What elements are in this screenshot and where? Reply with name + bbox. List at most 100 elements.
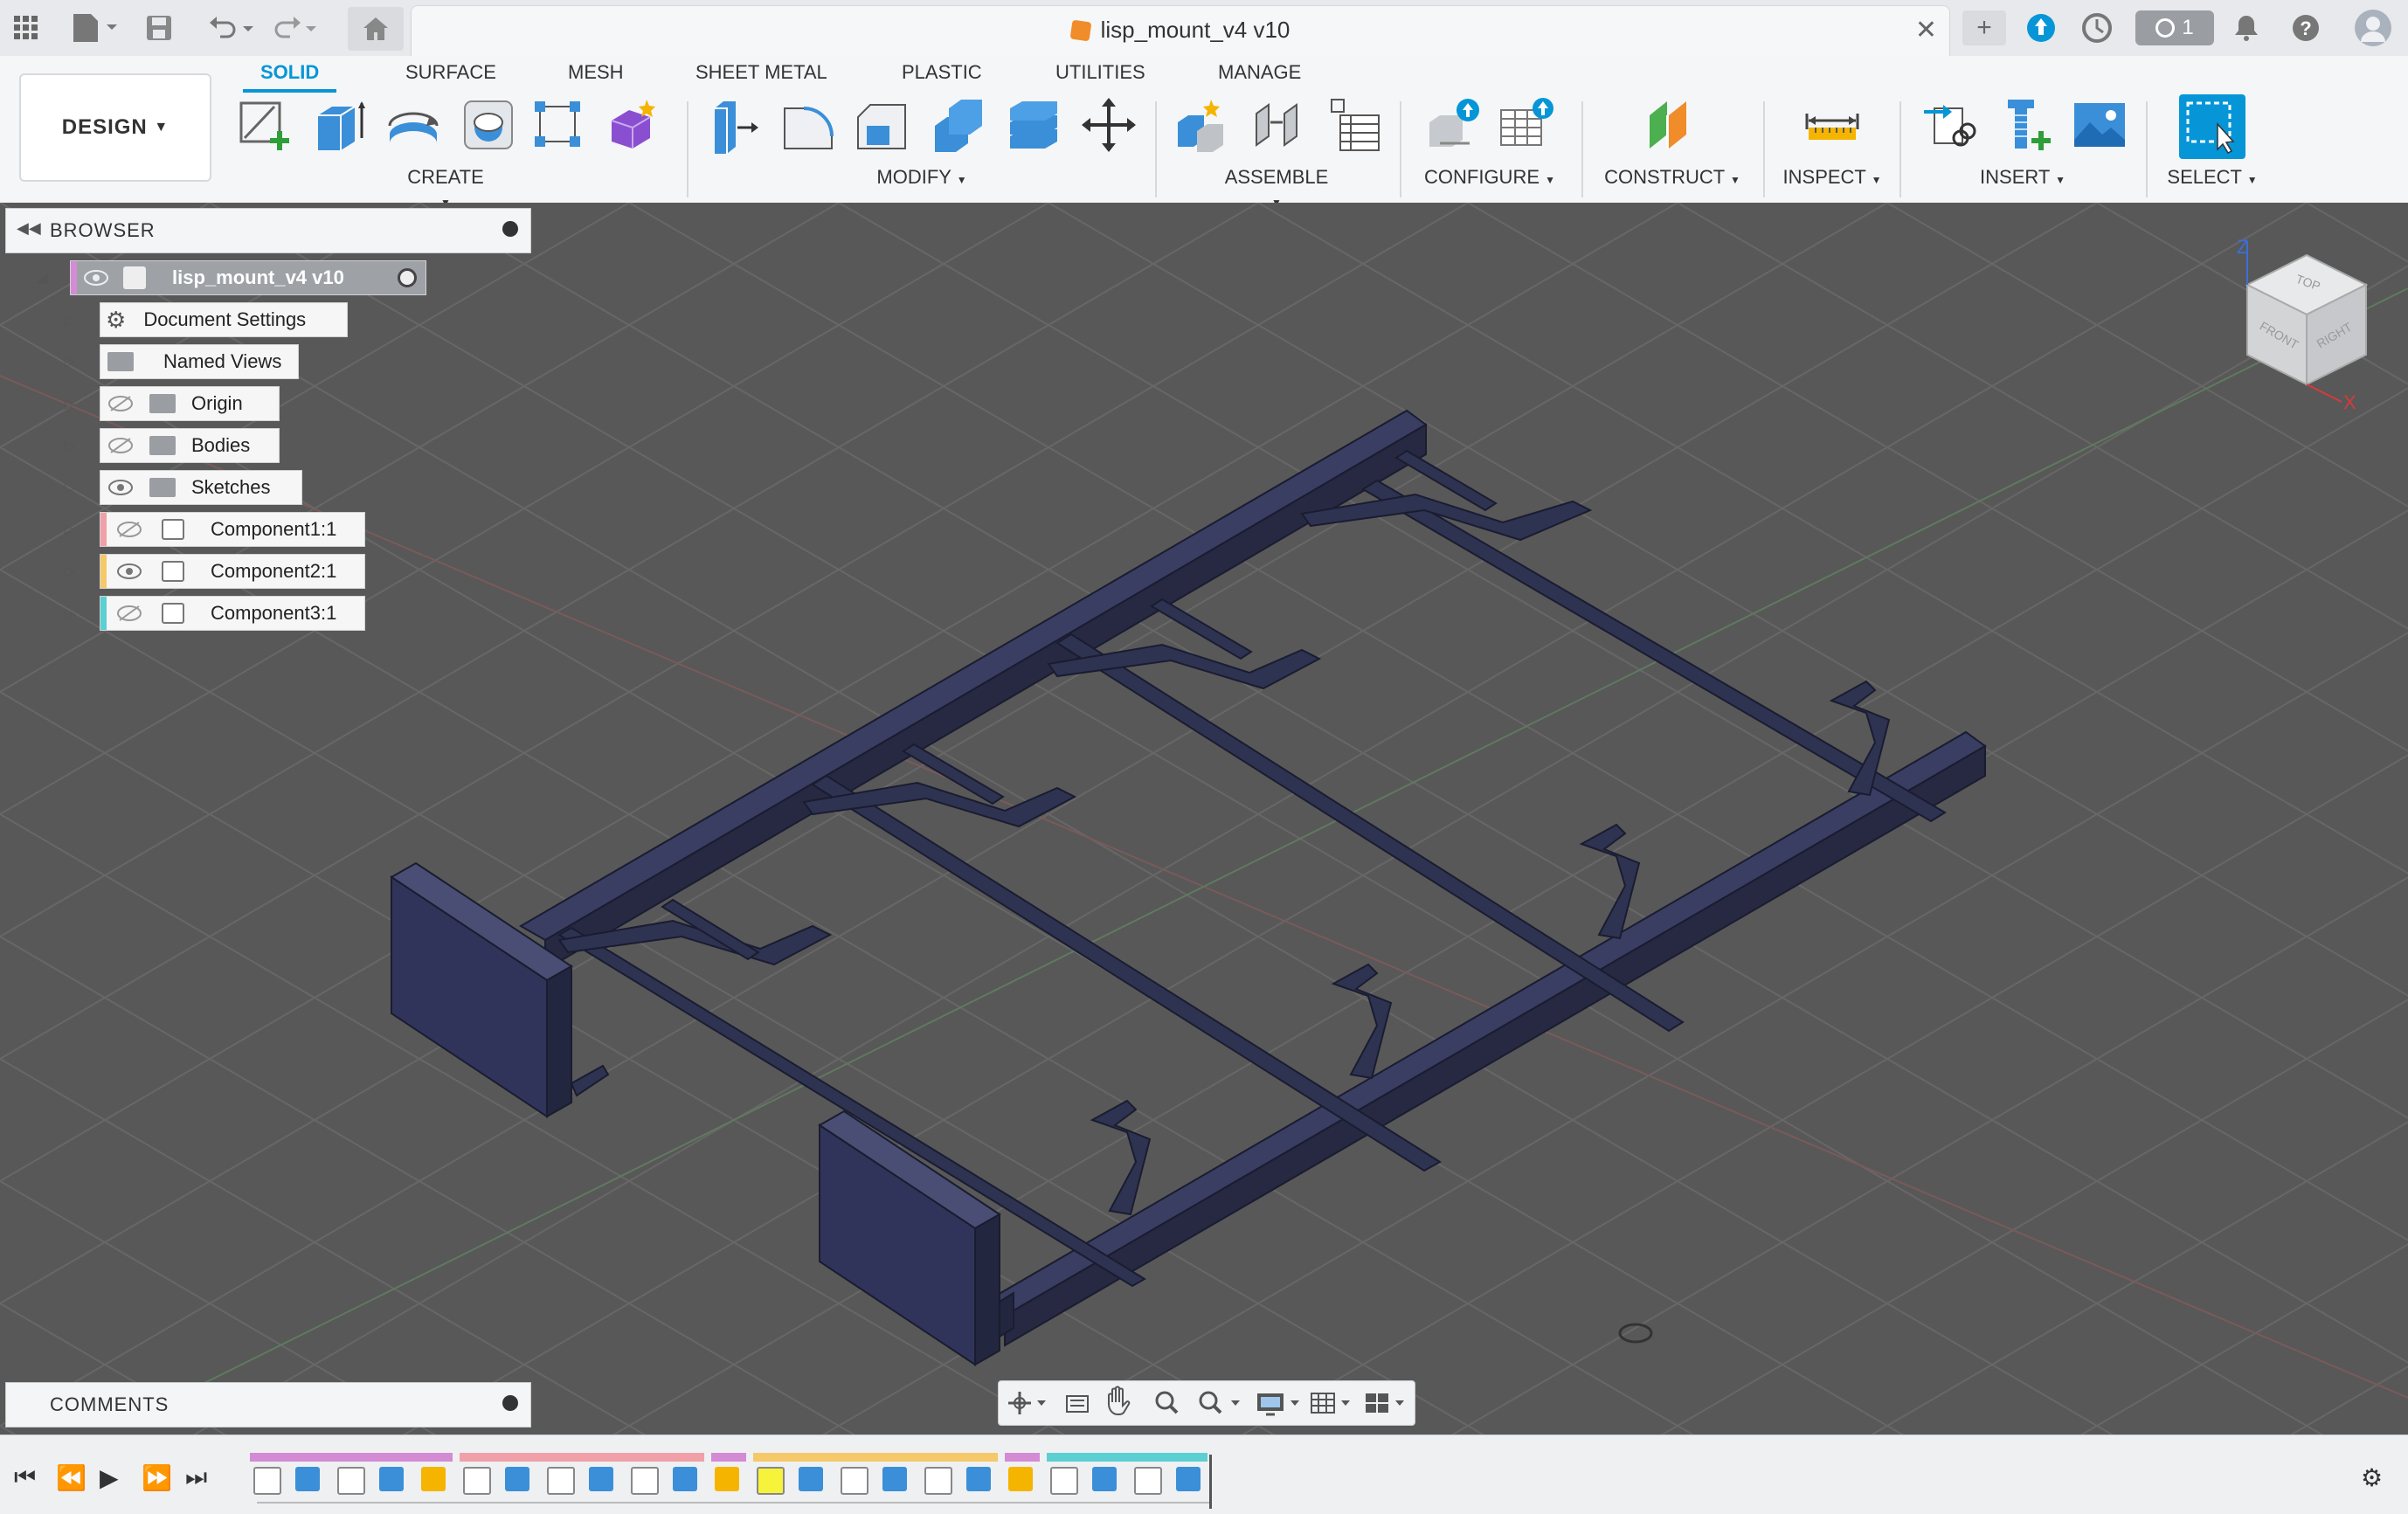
orbit-icon[interactable] xyxy=(1008,1392,1046,1414)
expand-arrow-icon[interactable]: ▷ xyxy=(65,395,75,412)
tree-item-component1[interactable]: Component1:1 xyxy=(100,512,365,547)
timeline-sketch-item[interactable] xyxy=(1050,1467,1078,1495)
notification-count-badge[interactable]: 1 xyxy=(2135,10,2214,45)
step-forward-icon[interactable]: ⏩ xyxy=(142,1463,172,1492)
tab-surface[interactable]: SURFACE xyxy=(388,61,514,89)
expand-arrow-icon[interactable]: ▷ xyxy=(65,353,75,370)
timeline-sketch-item[interactable] xyxy=(463,1467,491,1495)
tree-item-sketches[interactable]: Sketches xyxy=(100,470,302,505)
create-sketch-icon[interactable] xyxy=(236,96,294,154)
create-form-icon[interactable] xyxy=(603,96,661,154)
expand-arrow-icon[interactable]: ◢ xyxy=(37,269,47,287)
timeline-extrude-item[interactable] xyxy=(673,1467,697,1491)
modify-group-label[interactable]: MODIFY ▼ xyxy=(874,166,970,189)
timeline-marker[interactable] xyxy=(1209,1455,1212,1509)
display-settings-icon[interactable] xyxy=(1257,1393,1299,1416)
eye-hidden-icon[interactable] xyxy=(106,435,135,456)
insert-mcmaster-icon[interactable] xyxy=(1997,96,2055,154)
shell-icon[interactable] xyxy=(930,96,987,154)
fillet-icon[interactable] xyxy=(779,96,837,154)
expand-arrow-icon[interactable]: ▷ xyxy=(65,311,75,328)
workspace-switcher[interactable]: DESIGN ▼ xyxy=(19,73,211,182)
tree-item-named-views[interactable]: Named Views xyxy=(100,344,299,379)
timeline-extrude-item[interactable] xyxy=(295,1467,320,1491)
timeline-component-item[interactable] xyxy=(421,1467,446,1491)
pan-icon[interactable] xyxy=(1108,1386,1131,1416)
insert-group-label[interactable]: INSERT ▼ xyxy=(1966,166,2079,189)
add-comment-icon[interactable] xyxy=(502,1395,518,1411)
eye-icon[interactable] xyxy=(81,267,111,288)
timeline-extrude-item[interactable] xyxy=(882,1467,907,1491)
tree-item-bodies[interactable]: Bodies xyxy=(100,428,280,463)
viewports-icon[interactable] xyxy=(1366,1393,1404,1413)
chamfer-icon[interactable] xyxy=(853,96,910,154)
new-tab-icon[interactable]: + xyxy=(1962,10,2006,45)
tree-item-origin[interactable]: Origin xyxy=(100,386,280,421)
close-tab-icon[interactable]: ✕ xyxy=(1915,15,1937,45)
eye-hidden-icon[interactable] xyxy=(114,603,144,624)
browser-options-icon[interactable] xyxy=(502,221,518,237)
select-group-label[interactable]: SELECT ▼ xyxy=(2158,166,2266,189)
zoom-icon[interactable] xyxy=(1155,1391,1179,1414)
go-to-end-icon[interactable]: ⏭ xyxy=(185,1463,207,1492)
timeline-sketch-item[interactable] xyxy=(547,1467,575,1495)
expand-arrow-icon[interactable]: ▷ xyxy=(65,605,75,622)
configuration-table-icon[interactable] xyxy=(1498,96,1555,154)
eye-icon[interactable] xyxy=(114,561,144,582)
hole-icon[interactable] xyxy=(460,96,517,154)
grid-settings-icon[interactable] xyxy=(1311,1393,1350,1414)
inspect-group-label[interactable]: INSPECT ▼ xyxy=(1775,166,1889,189)
pattern-icon[interactable] xyxy=(529,96,587,154)
measure-icon[interactable] xyxy=(1803,96,1861,154)
tree-item-component3[interactable]: Component3:1 xyxy=(100,596,365,631)
extensions-icon[interactable] xyxy=(2025,10,2057,45)
tab-sheet-metal[interactable]: SHEET METAL xyxy=(678,61,845,89)
app-grid-icon[interactable] xyxy=(12,10,40,45)
timeline-extrude-item[interactable] xyxy=(1176,1467,1201,1491)
play-icon[interactable]: ▶ xyxy=(100,1463,119,1492)
save-icon[interactable] xyxy=(145,10,173,45)
document-tab[interactable]: lisp_mount_v4 v10 ✕ xyxy=(411,5,1950,57)
timeline-sketch-item[interactable] xyxy=(1134,1467,1162,1495)
select-tool-button[interactable] xyxy=(2179,94,2245,159)
expand-arrow-icon[interactable]: ▷ xyxy=(65,563,75,580)
tab-manage[interactable]: MANAGE xyxy=(1201,61,1318,89)
file-menu-icon[interactable] xyxy=(70,10,119,45)
timeline-sketch-item[interactable] xyxy=(924,1467,952,1495)
eye-hidden-icon[interactable] xyxy=(106,393,135,414)
user-avatar[interactable] xyxy=(2354,10,2392,46)
revolve-icon[interactable] xyxy=(384,96,442,154)
tab-plastic[interactable]: PLASTIC xyxy=(884,61,1000,89)
zoom-window-icon[interactable] xyxy=(1199,1391,1240,1414)
extrude-icon[interactable] xyxy=(311,96,369,154)
construct-group-label[interactable]: CONSTRUCT ▼ xyxy=(1601,166,1744,189)
model-canvas[interactable] xyxy=(0,203,2408,1434)
configure-group-label[interactable]: CONFIGURE ▼ xyxy=(1424,166,1555,189)
expand-arrow-icon[interactable]: ▷ xyxy=(65,521,75,538)
combine-icon[interactable] xyxy=(1005,96,1062,154)
timeline-sketch-item[interactable] xyxy=(253,1467,281,1495)
timeline-sketch-item[interactable] xyxy=(337,1467,365,1495)
timeline-extrude-item[interactable] xyxy=(505,1467,529,1491)
tab-mesh[interactable]: MESH xyxy=(550,61,641,89)
bill-of-materials-icon[interactable] xyxy=(1325,96,1382,154)
bell-icon[interactable] xyxy=(2233,10,2259,45)
look-at-icon[interactable] xyxy=(1066,1395,1089,1413)
timeline-component-item[interactable] xyxy=(1008,1467,1033,1491)
view-cube[interactable]: TOP FRONT RIGHT Z X xyxy=(2219,236,2377,411)
expand-arrow-icon[interactable]: ▷ xyxy=(65,479,75,496)
configure-model-icon[interactable] xyxy=(1424,96,1482,154)
timeline-extrude-item[interactable] xyxy=(379,1467,404,1491)
timeline-extrude-item[interactable] xyxy=(966,1467,991,1491)
timeline-settings-gear-icon[interactable]: ⚙ xyxy=(2361,1463,2383,1492)
new-component-icon[interactable] xyxy=(1173,96,1230,154)
step-back-icon[interactable]: ⏪ xyxy=(56,1463,86,1492)
expand-arrow-icon[interactable]: ▷ xyxy=(65,437,75,454)
undo-icon[interactable] xyxy=(206,10,255,45)
tree-item-component2[interactable]: Component2:1 xyxy=(100,554,365,589)
timeline-sketch-item[interactable] xyxy=(631,1467,659,1495)
joint-icon[interactable] xyxy=(1249,96,1307,154)
tab-solid[interactable]: SOLID xyxy=(243,61,337,93)
activate-radio-icon[interactable] xyxy=(398,268,417,287)
help-icon[interactable]: ? xyxy=(2291,10,2321,45)
